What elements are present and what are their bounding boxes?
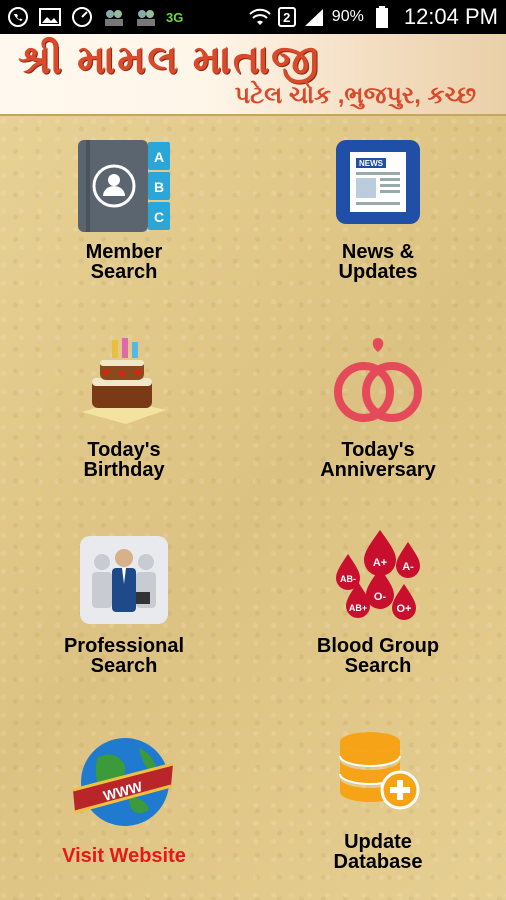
address-book-icon: A B C: [76, 138, 172, 234]
label-line2: Search: [90, 655, 158, 677]
label-line1: Today's: [87, 439, 161, 461]
blood-ab-plus: AB+: [349, 603, 367, 613]
gallery-icon: [38, 6, 62, 28]
visit-website-label: Visit Website: [14, 846, 234, 866]
todays-anniversary-label: Today's Anniversary: [268, 440, 488, 480]
app-header: શ્રી મામલ માતાજી પટેલ ચોક ,ભુજપુર, કચ્છ: [0, 34, 506, 116]
label-line1: Professional: [63, 635, 185, 657]
label-line1: Blood Group: [316, 635, 440, 657]
news-updates-tile[interactable]: NEWS News & Updates: [268, 138, 488, 308]
status-bar-right: 2 90% 12:04 PM: [248, 4, 498, 30]
app-title: શ્રી મામલ માતાજી: [18, 38, 321, 82]
blood-o-minus: O-: [374, 591, 387, 603]
label-line1: News &: [341, 241, 415, 263]
app-subtitle: પટેલ ચોક ,ભુજપુર, કચ્છ: [234, 82, 476, 109]
battery-icon: [370, 6, 394, 28]
birthday-cake-icon: [76, 336, 172, 432]
label-line1: Visit Website: [62, 845, 186, 867]
member-search-tile[interactable]: A B C Member Search: [14, 138, 234, 308]
professional-search-label: Professional Search: [14, 636, 234, 676]
label-line1: Update: [344, 831, 412, 853]
todays-anniversary-tile[interactable]: Today's Anniversary: [268, 336, 488, 506]
blood-drops-icon: A+ A- AB- O- AB+ O+: [330, 528, 426, 624]
label-line2: Search: [90, 261, 158, 283]
speedometer-icon: [70, 6, 94, 28]
status-bar: 3G 2 90% 12:04 PM: [0, 0, 506, 34]
wifi-icon: [248, 6, 272, 28]
label-line2: Search: [344, 655, 412, 677]
tab-a: A: [154, 149, 164, 165]
label-line2: Updates: [338, 261, 418, 283]
blood-a-plus: A+: [373, 557, 387, 569]
blood-group-search-label: Blood Group Search: [268, 636, 488, 676]
todays-birthday-label: Today's Birthday: [14, 440, 234, 480]
update-database-label: Update Database: [268, 832, 488, 872]
label-line2: Anniversary: [320, 459, 436, 481]
battery-percent: 90%: [331, 8, 364, 25]
professional-search-tile[interactable]: Professional Search: [14, 532, 234, 702]
signal-icon: [302, 6, 326, 28]
blood-ab-minus: AB-: [340, 574, 356, 584]
status-bar-left: 3G: [6, 4, 183, 30]
news-updates-label: News & Updates: [268, 242, 488, 282]
network-type: 3G: [166, 9, 184, 25]
newspaper-icon: NEWS: [330, 138, 426, 234]
menu-grid: A B C Member Search NEWS News & Updates …: [0, 116, 506, 900]
label-line1: Today's: [341, 439, 415, 461]
clock: 12:04 PM: [403, 4, 498, 29]
label-line2: Database: [333, 851, 423, 873]
blood-group-search-tile[interactable]: A+ A- AB- O- AB+ O+ Blood Group Search: [268, 530, 488, 702]
app-icon: [102, 6, 126, 28]
app-icon-2: [134, 6, 158, 28]
news-text: NEWS: [359, 159, 384, 168]
database-add-icon: [330, 728, 426, 824]
sim-badge: 2: [277, 7, 296, 27]
todays-birthday-tile[interactable]: Today's Birthday: [14, 336, 234, 506]
label-line1: Member: [85, 241, 163, 263]
label-line2: Birthday: [83, 459, 165, 481]
tab-c: C: [154, 209, 164, 225]
member-search-label: Member Search: [14, 242, 234, 282]
update-database-tile[interactable]: Update Database: [268, 728, 488, 898]
professionals-icon: [76, 532, 172, 628]
blood-o-plus: O+: [397, 603, 412, 615]
blood-a-minus: A-: [402, 561, 414, 573]
whatsapp-icon: [6, 6, 30, 28]
tab-b: B: [154, 179, 164, 195]
globe-www-icon: WWW: [69, 728, 179, 838]
visit-website-tile[interactable]: WWW Visit Website: [14, 728, 234, 898]
wedding-rings-icon: [330, 336, 426, 432]
